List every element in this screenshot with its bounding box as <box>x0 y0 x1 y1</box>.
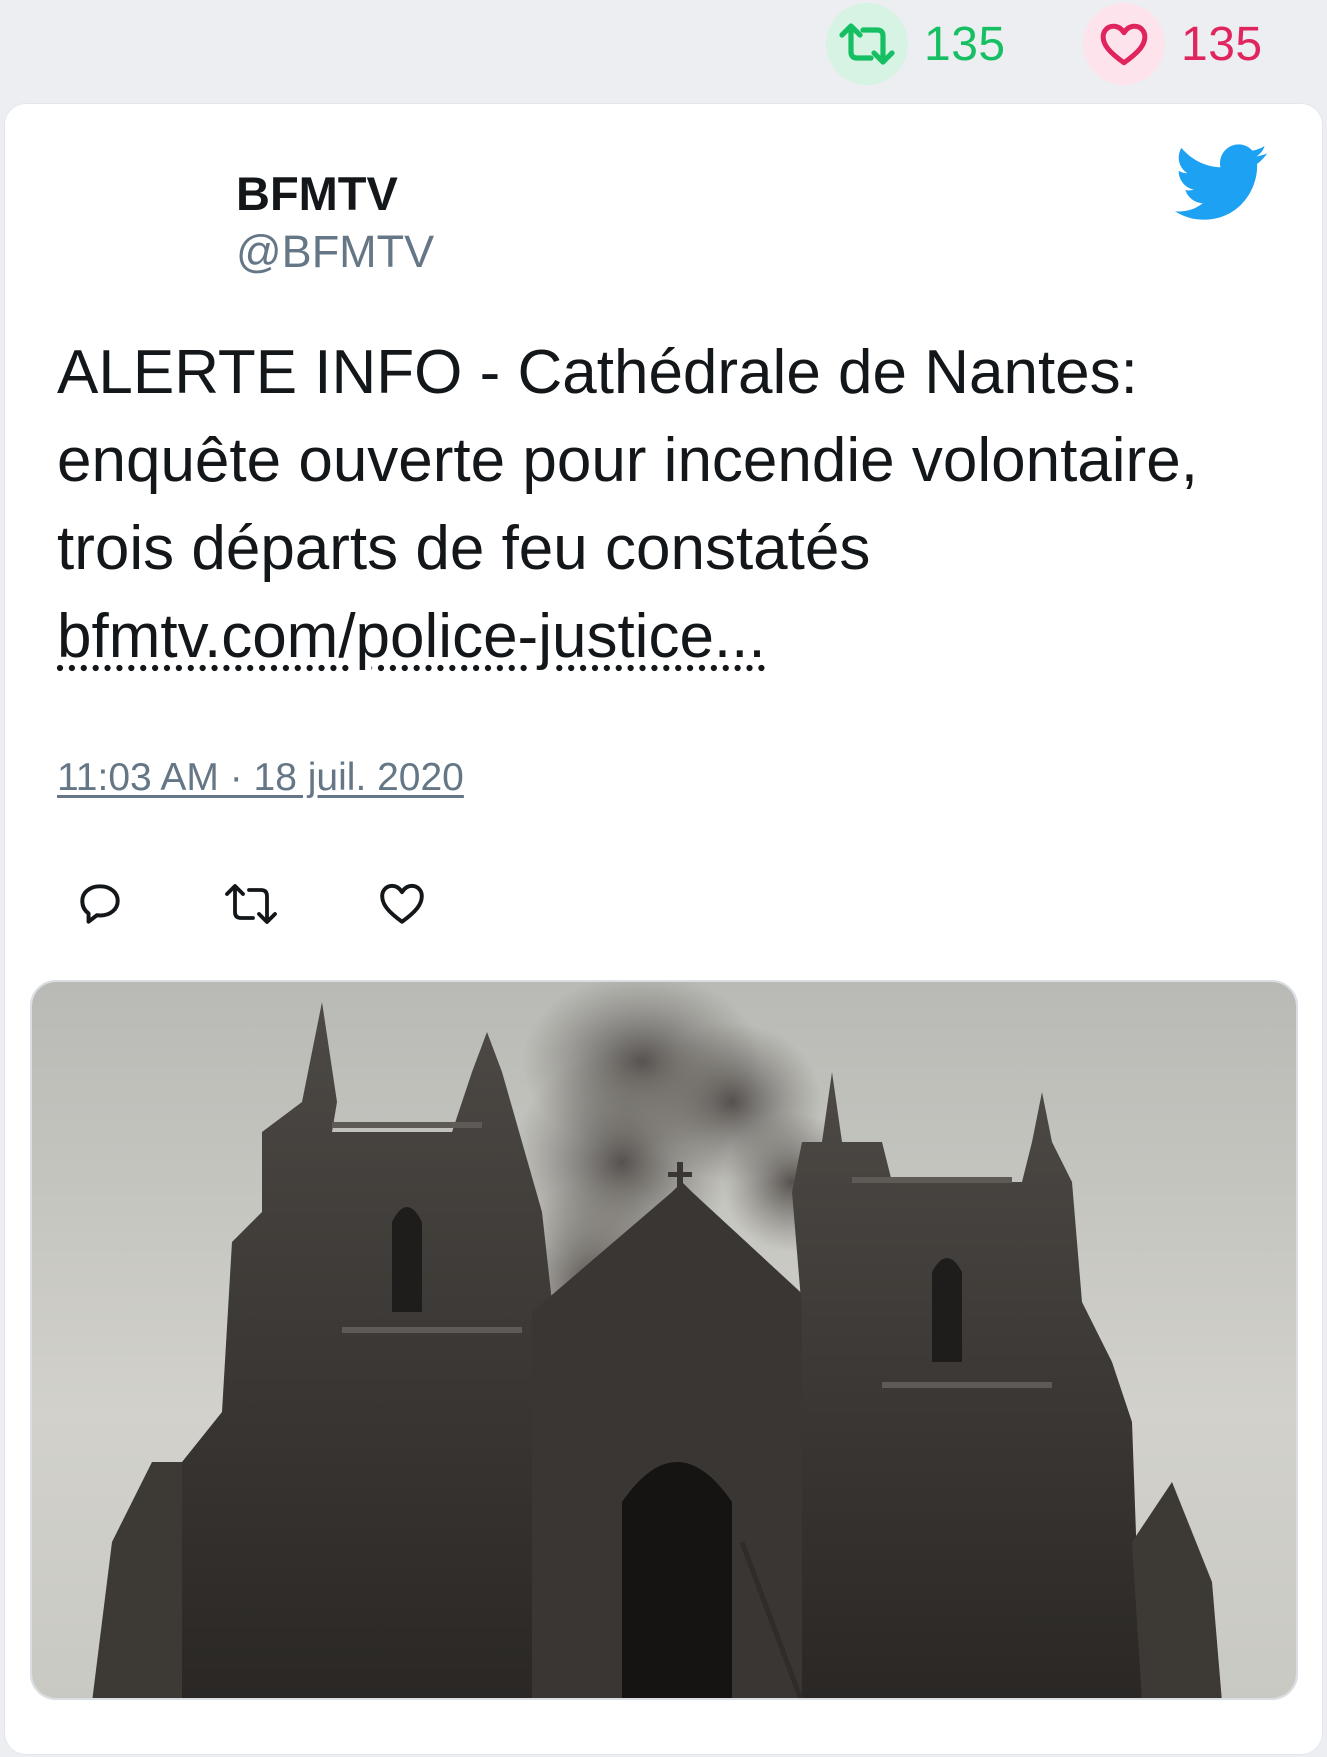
tweet-card[interactable]: BFMTV @BFMTV ALERTE INFO - Cathédrale de… <box>4 103 1323 1755</box>
reply-icon[interactable] <box>75 879 125 934</box>
twitter-bird-icon[interactable] <box>1174 144 1269 227</box>
retweet-count: 135 <box>924 17 1006 71</box>
tweet-timestamp[interactable]: 11:03 AM · 18 juil. 2020 <box>57 756 464 800</box>
like-stat-button[interactable]: 135 <box>1083 3 1263 85</box>
like-action-icon[interactable] <box>377 879 427 934</box>
engagement-stats: 135 135 <box>0 0 1327 100</box>
retweet-action-icon[interactable] <box>223 879 279 934</box>
like-count: 135 <box>1181 17 1263 71</box>
tweet-link[interactable]: bfmtv.com/police-justice... <box>57 602 766 671</box>
retweet-stat-button[interactable]: 135 <box>826 3 1006 85</box>
display-name[interactable]: BFMTV <box>236 166 398 221</box>
heart-icon[interactable] <box>1083 3 1165 85</box>
user-handle[interactable]: @BFMTV <box>236 226 434 278</box>
tweet-photo[interactable] <box>30 980 1298 1700</box>
retweet-icon[interactable] <box>826 3 908 85</box>
tweet-text: ALERTE INFO - Cathédrale de Nantes: enqu… <box>57 329 1297 681</box>
cathedral-fire-image <box>32 982 1296 1698</box>
tweet-body: ALERTE INFO - Cathédrale de Nantes: enqu… <box>57 338 1198 583</box>
